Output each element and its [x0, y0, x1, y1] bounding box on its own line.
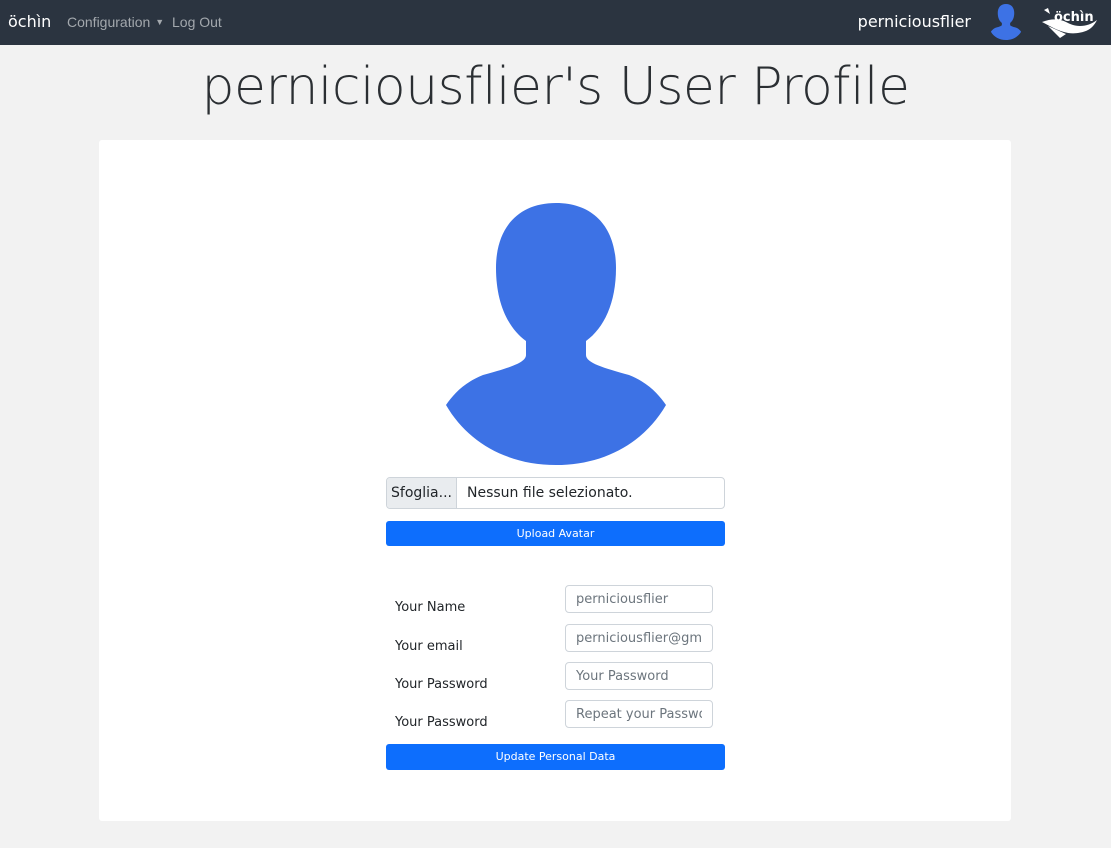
browse-button[interactable]: Sfoglia... [387, 478, 457, 508]
upload-avatar-button[interactable]: Upload Avatar [386, 521, 725, 546]
email-field[interactable] [565, 624, 713, 652]
email-label: Your email [395, 639, 463, 654]
password-label: Your Password [395, 677, 488, 692]
profile-avatar-icon [446, 203, 666, 465]
logo-text: öchìn [1054, 10, 1094, 25]
password-repeat-field[interactable] [565, 700, 713, 728]
file-status: Nessun file selezionato. [467, 485, 633, 501]
password-field[interactable] [565, 662, 713, 690]
name-label: Your Name [395, 600, 466, 615]
brand-link[interactable]: öchìn [8, 12, 51, 31]
password-repeat-label: Your Password [395, 715, 488, 730]
page-title: perniciousflier's User Profile [201, 57, 911, 117]
configuration-dropdown[interactable]: Configuration ▼ [67, 14, 164, 30]
avatar-file-input[interactable]: Sfoglia... Nessun file selezionato. [386, 477, 725, 509]
top-navbar: öchìn Configuration ▼ Log Out perniciousf… [0, 0, 1111, 45]
logout-link[interactable]: Log Out [172, 14, 222, 30]
nav-username[interactable]: perniciousflier [858, 12, 971, 31]
name-field[interactable] [565, 585, 713, 613]
user-avatar-icon[interactable] [990, 4, 1022, 40]
ochin-logo-icon: öchìn [1042, 8, 1097, 38]
configuration-label: Configuration [67, 14, 151, 30]
update-personal-data-button[interactable]: Update Personal Data [386, 744, 725, 770]
caret-down-icon: ▼ [155, 17, 165, 27]
